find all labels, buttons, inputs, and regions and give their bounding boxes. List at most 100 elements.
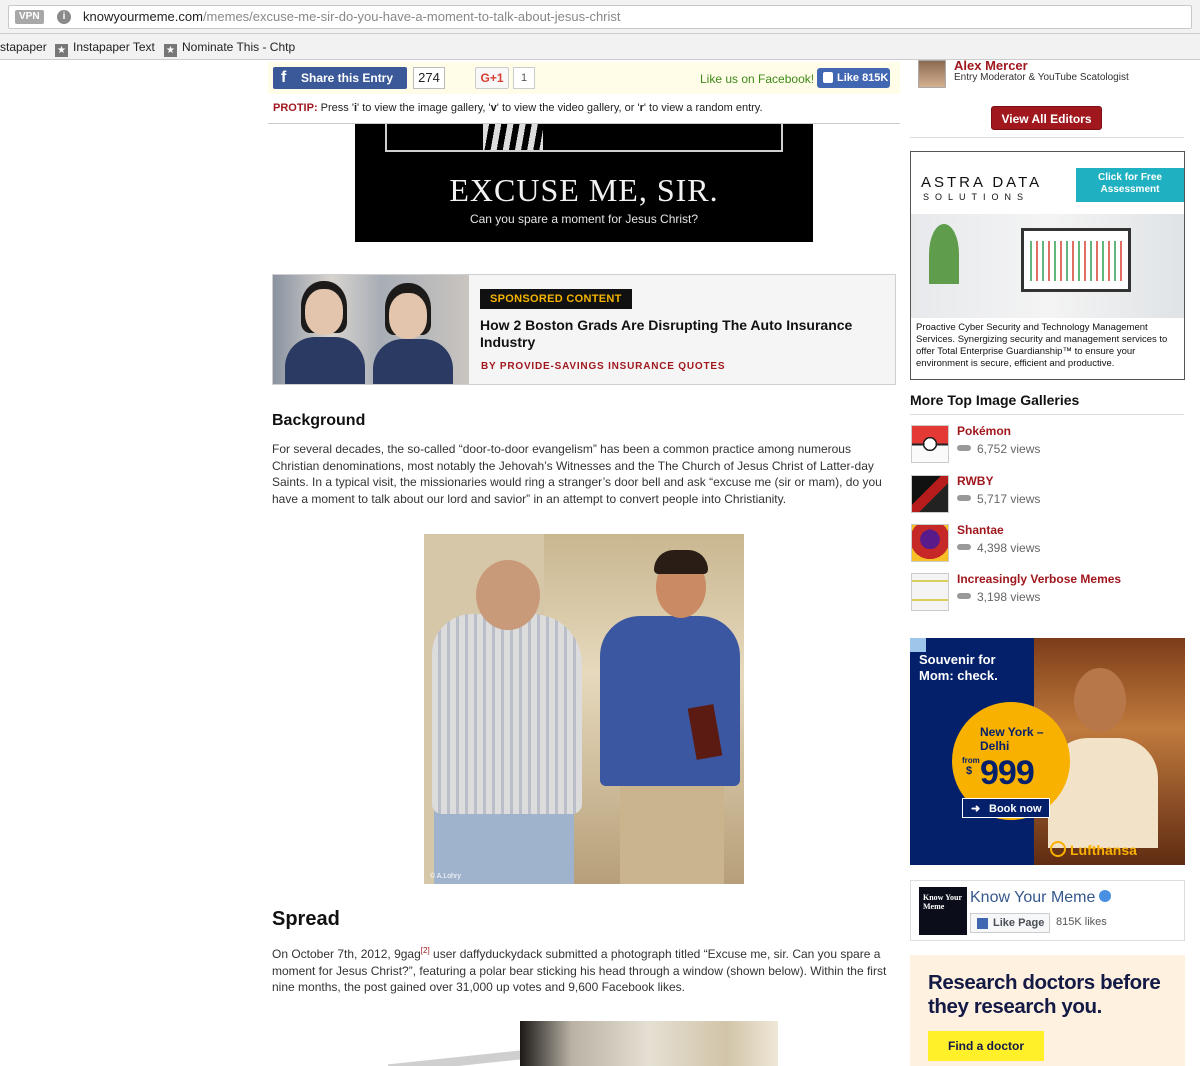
vpn-badge[interactable]: VPN [15,10,44,24]
person-figure [1074,668,1126,732]
share-bar: f Share this Entry 274 G+1 1 Like us on … [268,62,900,94]
plant [929,224,959,284]
background-heading: Background [272,412,366,429]
thumbs-up-icon [823,72,833,83]
gallery-item[interactable]: Shantae 4,398 views [910,523,1184,567]
info-icon[interactable]: i [57,10,71,24]
like-label: Like 815K [837,72,889,84]
meme-caption-subtitle: Can you spare a moment for Jesus Christ? [469,212,699,226]
url-domain: knowyourmeme.com [83,9,203,24]
gallery-views-text: 6,752 views [977,442,1041,456]
spread-text: On October 7th, 2012, 9gag [272,947,421,961]
google-plus-button[interactable]: G+1 [475,67,509,89]
meme-image[interactable]: EXCUSE ME, SIR. Can you spare a moment f… [355,124,813,242]
gallery-title[interactable]: Increasingly Verbose Memes [957,572,1121,586]
person-figure [620,779,724,884]
gallery-item[interactable]: RWBY 5,717 views [910,474,1184,518]
meme-figure [483,124,543,150]
sponsored-content-card[interactable]: SPONSORED CONTENT How 2 Boston Grads Are… [272,274,896,385]
facebook-icon [977,918,988,929]
person-figure [285,337,365,384]
url-path: /memes/excuse-me-sir-do-you-have-a-momen… [202,9,621,24]
bookmark-label: Instapaper Text [73,40,155,54]
reference-link[interactable]: [2] [421,946,430,955]
gallery-views: 6,752 views [957,442,1040,456]
bookmark-label: Nominate This - Chtp [182,40,296,54]
person-figure [476,560,540,630]
person-figure [434,804,574,884]
gallery-thumbnail[interactable] [911,475,949,513]
gallery-views-text: 5,717 views [977,492,1041,506]
gallery-views: 4,398 views [957,541,1040,555]
protip-label: PROTIP: [273,102,318,114]
sponsored-title[interactable]: How 2 Boston Grads Are Disrupting The Au… [480,317,890,351]
facebook-like-button[interactable]: Like 815K [817,68,890,88]
sponsored-byline[interactable]: BY PROVIDE-SAVINGS INSURANCE QUOTES [481,361,725,372]
protip-text: ' to view the image gallery, ' [357,102,491,114]
gallery-title[interactable]: RWBY [957,474,993,488]
gallery-thumbnail[interactable] [911,573,949,611]
gallery-thumbnail[interactable] [911,524,949,562]
editor-name[interactable]: Alex Mercer [954,58,1028,73]
gallery-title[interactable]: Pokémon [957,424,1011,438]
kym-facebook-widget: Know Your Meme Know Your Meme Like Page … [910,880,1185,941]
meme-frame [385,124,783,152]
gallery-item[interactable]: Increasingly Verbose Memes 3,198 views [910,572,1184,616]
bookmark-instapaper[interactable]: stapaper [0,40,47,54]
share-count: 274 [413,67,445,89]
url-text[interactable]: knowyourmeme.com/memes/excuse-me-sir-do-… [83,9,621,25]
spread-heading: Spread [272,908,340,930]
astra-logo-sub: SOLUTIONS [923,192,1030,202]
divider [910,414,1184,415]
bookmark-nominate-this[interactable]: ★ Nominate This - Chtp [164,40,295,57]
find-a-doctor-button[interactable]: Find a doctor [928,1031,1044,1061]
person-figure [600,616,740,786]
gallery-item[interactable]: Pokémon 6,752 views [910,424,1184,468]
book-now-button[interactable]: ➜ Book now [962,798,1050,818]
kym-logo[interactable]: Know Your Meme [919,887,967,935]
polar-bear-photo[interactable] [388,1021,778,1066]
share-label: Share this Entry [301,71,394,85]
protip-text: ' to view the video gallery, or ' [496,102,640,114]
divider [910,137,1184,138]
astra-data-ad[interactable]: ASTRA DATA SOLUTIONS Click for Free Asse… [910,151,1185,380]
kym-likes-count: 815K likes [1056,916,1107,928]
astra-cta-button[interactable]: Click for Free Assessment [1076,168,1184,202]
like-page-button[interactable]: Like Page [970,913,1050,933]
bookmark-star-icon: ★ [164,44,177,57]
lufthansa-price: 999 [980,754,1035,792]
like-page-label: Like Page [993,917,1045,929]
bookmark-instapaper-text[interactable]: ★ Instapaper Text [55,40,155,57]
adchoices-icon[interactable] [910,638,926,652]
protip-bar: PROTIP: Press 'i' to view the image gall… [268,96,900,124]
gallery-thumbnail[interactable] [911,425,949,463]
background-paragraph: For several decades, the so-called “door… [272,442,882,506]
eye-icon [957,593,971,599]
astra-ad-image [911,214,1184,318]
zocdoc-ad[interactable]: Research doctors before they research yo… [910,955,1185,1066]
person-figure [373,339,453,384]
protip-text: ' to view a random entry. [643,102,763,114]
lufthansa-crane-icon [1050,841,1066,857]
lufthansa-ad[interactable]: Souvenir for Mom: check. New York – Delh… [910,638,1185,865]
facebook-icon: f [281,69,287,86]
person-figure [305,289,343,335]
spread-paragraph: On October 7th, 2012, 9gag[2] user daffy… [272,943,898,996]
photo-window [520,1021,778,1066]
person-figure [654,550,708,574]
kym-page-name[interactable]: Know Your Meme [970,889,1112,907]
editor-avatar[interactable] [918,60,946,88]
like-us-text[interactable]: Like us on Facebook! [700,72,814,86]
galleries-heading: More Top Image Galleries [910,392,1080,408]
gallery-views-text: 3,198 views [977,590,1041,604]
gallery-title[interactable]: Shantae [957,523,1004,537]
facebook-share-button[interactable]: f Share this Entry [273,67,407,89]
eye-icon [957,445,971,451]
verified-check-icon [1099,890,1112,902]
url-field[interactable]: VPN i knowyourmeme.com/memes/excuse-me-s… [8,5,1192,29]
sponsored-photo [273,275,469,384]
laptop-screen [1021,228,1131,292]
bookmarks-bar: stapaper ★ Instapaper Text ★ Nominate This… [0,34,1200,60]
view-all-editors-button[interactable]: View All Editors [991,106,1102,130]
missionary-photo[interactable]: © A.Lohry [424,534,744,884]
